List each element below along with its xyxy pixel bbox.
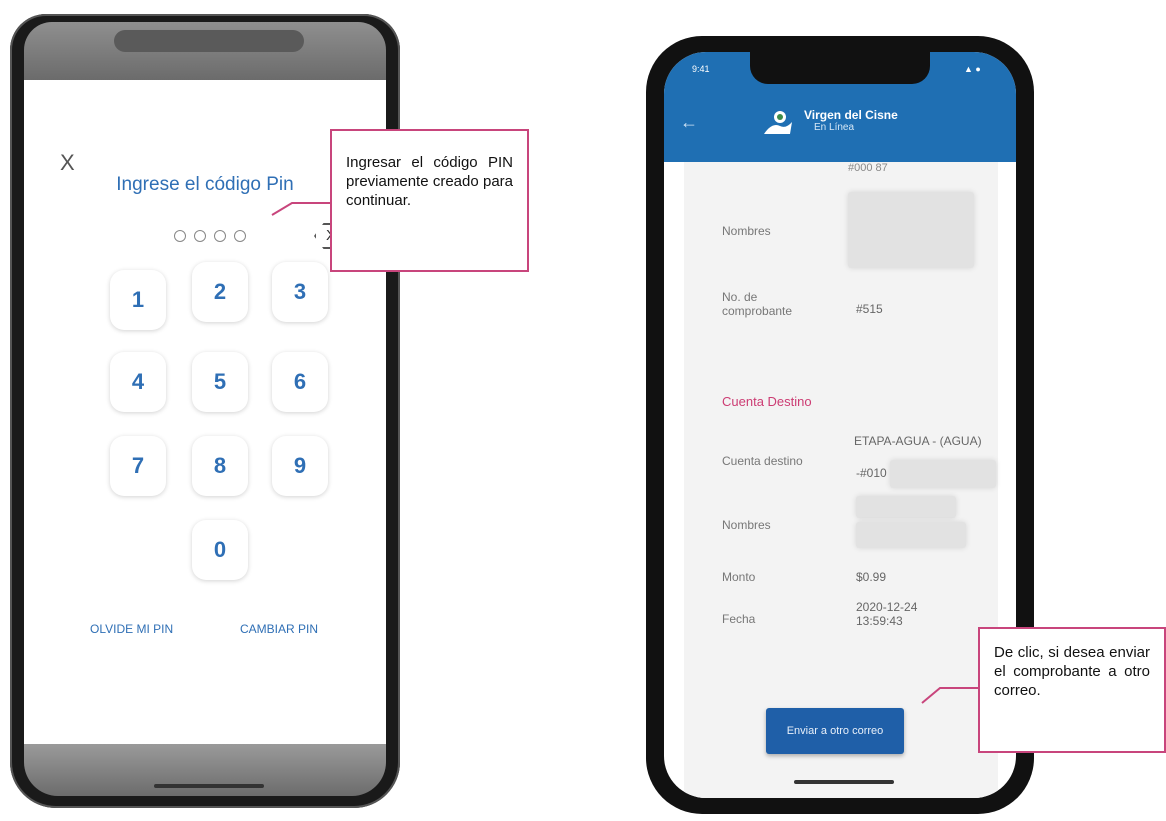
send-callout: De clic, si desea enviar el comprobante …	[978, 627, 1166, 753]
send-callout-line	[921, 687, 978, 704]
pin-callout-line	[271, 202, 330, 216]
pin-callout: Ingresar el código PIN previamente cread…	[330, 129, 529, 272]
